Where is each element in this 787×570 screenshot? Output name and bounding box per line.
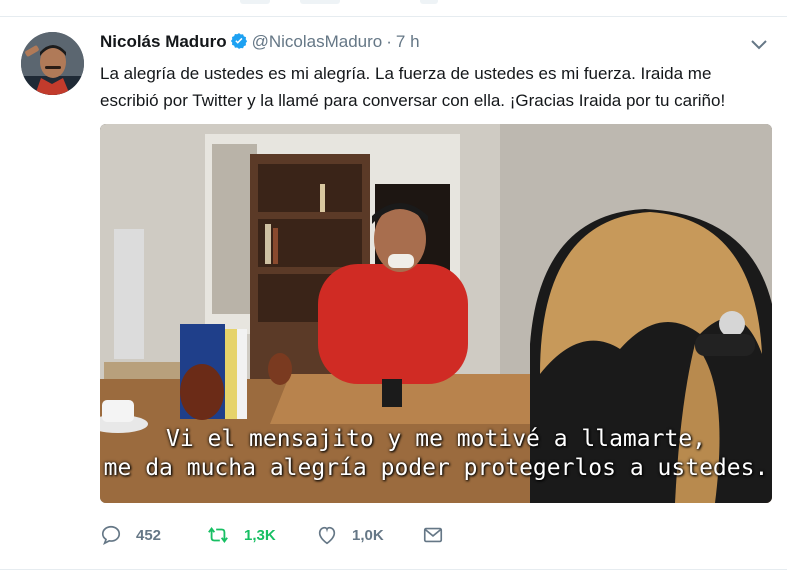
retweet-button[interactable]: 1,3K xyxy=(206,523,276,547)
tweet-actions: 452 1,3K 1,0K xyxy=(100,523,700,547)
tweet-timestamp[interactable]: 7 h xyxy=(396,32,420,51)
like-button[interactable]: 1,0K xyxy=(316,523,384,547)
heart-icon xyxy=(318,526,336,545)
reply-icon xyxy=(101,525,121,545)
reply-button[interactable]: 452 xyxy=(100,523,161,547)
separator-dot: · xyxy=(386,32,392,51)
chevron-down-icon[interactable] xyxy=(749,34,769,54)
reply-count: 452 xyxy=(136,526,162,544)
tweet-text-line-1: La alegría de ustedes es mi alegría. La … xyxy=(100,64,712,83)
video-player[interactable]: Vi el mensajito y me motivé a llamarte, … xyxy=(100,124,772,503)
retweet-count: 1,3K xyxy=(244,526,276,544)
author-handle[interactable]: @NicolasMaduro xyxy=(252,32,383,51)
tweet[interactable]: Nicolás Maduro @NicolasMaduro · 7 h La aleg… xyxy=(0,17,787,570)
verified-badge-icon xyxy=(230,32,248,55)
video-subtitle-line-2: me da mucha alegría poder protegerlos a … xyxy=(103,455,769,481)
avatar[interactable] xyxy=(21,32,84,95)
avatar-icon xyxy=(21,32,84,95)
like-count: 1,0K xyxy=(352,526,384,544)
tweet-text: La alegría de ustedes es mi alegría. La … xyxy=(100,60,780,114)
direct-message-button[interactable] xyxy=(422,523,444,547)
previous-tweet-strip xyxy=(0,0,787,17)
tweet-text-line-2: escribió por Twitter y la llamé para con… xyxy=(100,91,726,110)
tweet-header: Nicolás Maduro @NicolasMaduro · 7 h xyxy=(100,32,420,54)
retweet-icon xyxy=(208,527,228,543)
video-subtitle-line-1: Vi el mensajito y me motivé a llamarte, xyxy=(165,426,707,452)
envelope-icon xyxy=(423,527,443,543)
author-name[interactable]: Nicolás Maduro xyxy=(100,32,227,51)
